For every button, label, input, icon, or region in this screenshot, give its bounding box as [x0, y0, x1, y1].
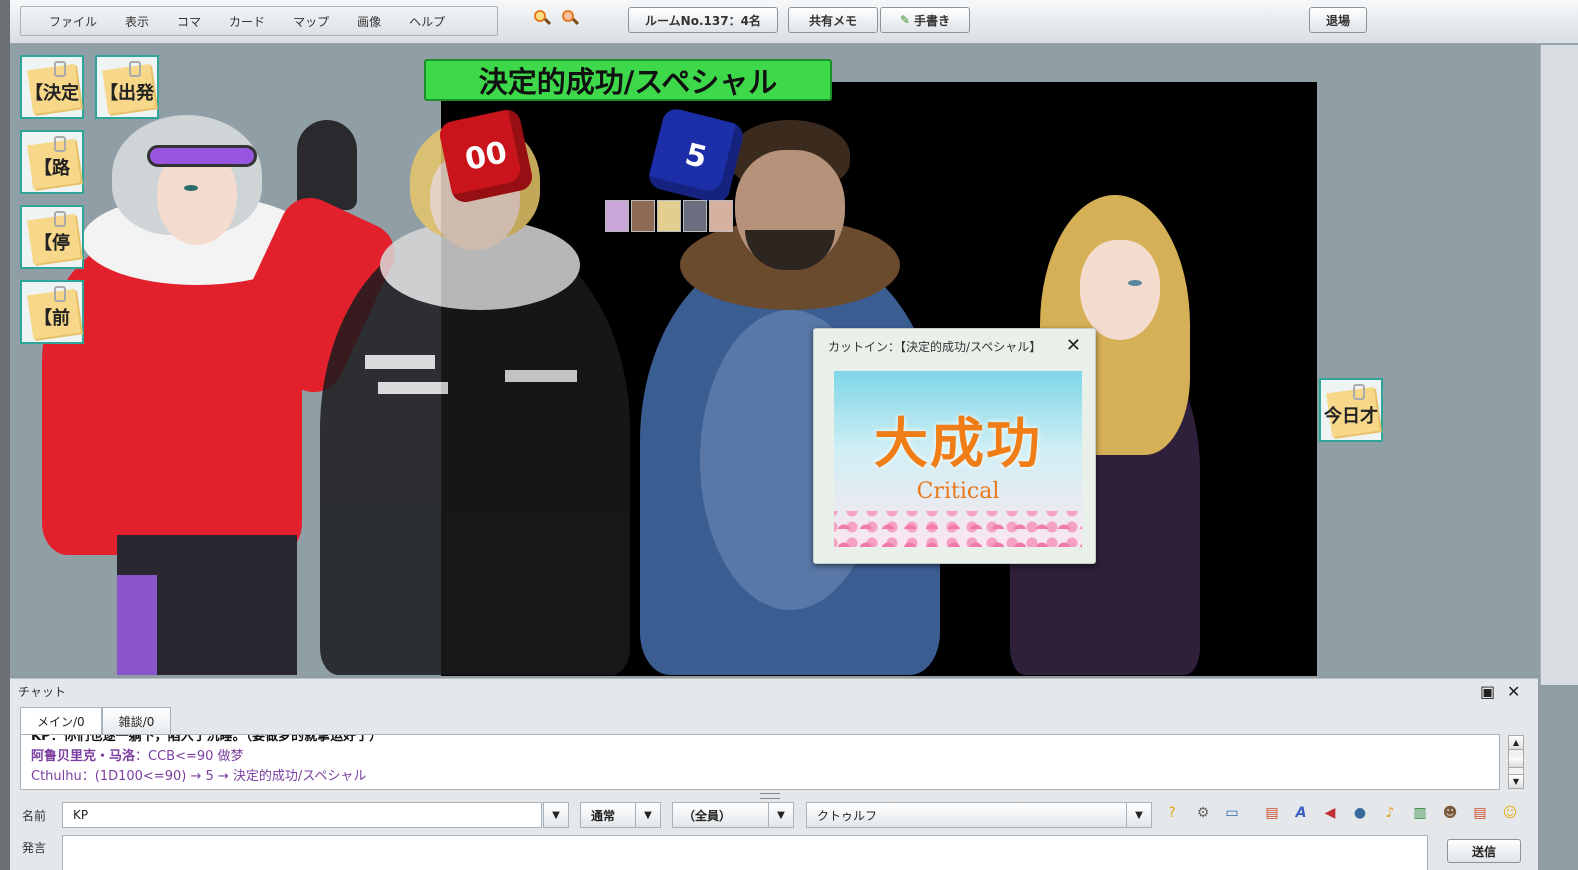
chat-panel: チャット ▣ ✕ メイン/0 雑談/0 KP：你们也逐一躺下，陷入了沉睡。（要做…	[10, 678, 1538, 870]
top-toolbar: ファイル 表示 コマ カード マップ 画像 ヘルプ ルームNo.137：4名 共…	[10, 0, 1578, 44]
dice-system-value: クトゥルフ	[817, 808, 878, 823]
exit-button[interactable]: 退場	[1309, 7, 1367, 33]
menu-map[interactable]: マップ	[279, 13, 343, 30]
cutin-window-title: カットイン：【決定的成功/スペシャル】	[828, 339, 1042, 354]
menu-image[interactable]: 画像	[343, 13, 395, 30]
chat-message: ：CCB<=90 做梦	[135, 749, 244, 764]
card-6-label: 今日才	[1324, 406, 1378, 427]
card-2[interactable]: 【出発	[95, 55, 159, 119]
handwriting-label: 手書き	[914, 13, 951, 28]
card-4[interactable]: 【停	[20, 205, 84, 269]
mode-dropdown-button[interactable]: ▼	[635, 802, 661, 828]
zoom-in-icon[interactable]	[532, 8, 552, 28]
menu-help[interactable]: ヘルプ	[395, 13, 459, 30]
document-icon[interactable]: ▤	[1470, 803, 1490, 823]
menu-view[interactable]: 表示	[111, 13, 163, 30]
tab-main[interactable]: メイン/0	[20, 707, 102, 735]
file-icon[interactable]: ▤	[1262, 803, 1282, 823]
name-label: 名前	[22, 809, 47, 823]
chat-tabs: メイン/0 雑談/0	[20, 707, 172, 735]
bell-icon[interactable]: ♪	[1380, 803, 1400, 823]
close-icon[interactable]: ✕	[1066, 335, 1081, 356]
flower-decoration	[834, 511, 1082, 547]
zoom-out-icon[interactable]	[560, 8, 580, 28]
chat-log-line: 阿鲁贝里克・马洛：CCB<=90 做梦	[31, 747, 1489, 767]
book-icon[interactable]: ▭	[1222, 803, 1242, 823]
cutin-banner: 決定的成功/スペシャル	[424, 59, 832, 101]
card-4-label: 【停	[34, 233, 70, 254]
settings-icon[interactable]: ⚙	[1193, 803, 1213, 823]
chat-speaker: 阿鲁贝里克・马洛	[31, 749, 136, 764]
chat-scrollbar[interactable]: ▲ ▼	[1508, 735, 1524, 789]
card-6[interactable]: 今日才	[1319, 378, 1383, 442]
cutin-image-main-text: 大成功	[874, 411, 1042, 475]
scroll-thumb[interactable]	[1509, 758, 1523, 768]
send-button[interactable]: 送信	[1447, 839, 1521, 863]
system-dropdown-button[interactable]: ▼	[1126, 802, 1152, 828]
dice-system-select[interactable]: クトゥルフ	[806, 802, 1152, 828]
name-input[interactable]: KP	[62, 802, 542, 828]
target-select-value: （全員）	[683, 808, 732, 823]
card-1[interactable]: 【決定	[20, 55, 84, 119]
menu-piece[interactable]: コマ	[163, 13, 215, 30]
tab-chatter[interactable]: 雑談/0	[101, 707, 172, 735]
name-dropdown-button[interactable]: ▼	[543, 802, 569, 828]
scroll-down-icon[interactable]: ▼	[1509, 774, 1523, 788]
speech-label: 発言	[22, 841, 47, 855]
portrait-1[interactable]	[605, 200, 629, 232]
card-5-label: 【前	[34, 308, 70, 329]
help-icon[interactable]: ?	[1162, 803, 1182, 823]
resize-handle[interactable]	[760, 793, 780, 799]
chat-log-line: Cthulhu：(1D100<=90) → 5 → 決定的成功/スペシャル	[31, 769, 367, 784]
chat-log[interactable]: KP：你们也逐一躺下，陷入了沉睡。（要做梦的就掌运好了） 阿鲁贝里克・马洛：CC…	[20, 734, 1500, 790]
cutin-image-sub-text: Critical	[916, 479, 1000, 504]
people-icon[interactable]: ☻	[1440, 803, 1460, 823]
cutin-window-title-bar[interactable]: カットイン：【決定的成功/スペシャル】 ✕	[814, 329, 1095, 363]
pencil-icon: ✎	[899, 13, 911, 27]
chat-log-line: KP：你们也逐一躺下，陷入了沉睡。（要做梦的就掌运好了）	[31, 734, 383, 744]
right-side-panel[interactable]	[1540, 45, 1578, 685]
card-3[interactable]: 【路	[20, 130, 84, 194]
speaker-icon[interactable]: ◀	[1320, 803, 1340, 823]
d100-tens-die: 00	[437, 107, 535, 205]
portrait-3[interactable]	[657, 200, 681, 232]
card-5[interactable]: 【前	[20, 280, 84, 344]
maximize-icon[interactable]: ▣	[1480, 682, 1495, 701]
handwriting-button[interactable]: ✎ 手書き	[880, 7, 970, 33]
card-2-label: 【出発	[100, 83, 154, 104]
target-dropdown-button[interactable]: ▼	[768, 802, 794, 828]
cutin-image: 大成功 Critical	[834, 371, 1082, 547]
menu-file[interactable]: ファイル	[35, 13, 111, 30]
shared-memo-button[interactable]: 共有メモ	[788, 7, 878, 33]
film-icon[interactable]: ▥	[1410, 803, 1430, 823]
menu-card[interactable]: カード	[215, 13, 279, 30]
portrait-4[interactable]	[683, 200, 707, 232]
portrait-2[interactable]	[631, 200, 655, 232]
room-info-button[interactable]: ルームNo.137：4名	[628, 7, 778, 33]
scroll-up-icon[interactable]: ▲	[1509, 736, 1523, 750]
chat-title: チャット	[18, 685, 66, 699]
font-icon[interactable]: A	[1291, 803, 1311, 823]
mode-select-value: 通常	[591, 808, 616, 823]
card-1-label: 【決定	[25, 83, 79, 104]
character-portraits	[605, 200, 733, 232]
portrait-5[interactable]	[709, 200, 733, 232]
user-icon[interactable]: ●	[1350, 803, 1370, 823]
main-menu: ファイル 表示 コマ カード マップ 画像 ヘルプ	[20, 6, 498, 36]
speech-input[interactable]	[62, 835, 1428, 870]
window-edge	[0, 0, 10, 870]
character-blonde-boy[interactable]	[310, 120, 640, 675]
close-icon[interactable]: ✕	[1507, 682, 1520, 701]
cutin-window[interactable]: カットイン：【決定的成功/スペシャル】 ✕ 大成功 Critical	[813, 328, 1096, 564]
card-3-label: 【路	[34, 158, 70, 179]
smiley-icon[interactable]: ☺	[1500, 803, 1520, 823]
